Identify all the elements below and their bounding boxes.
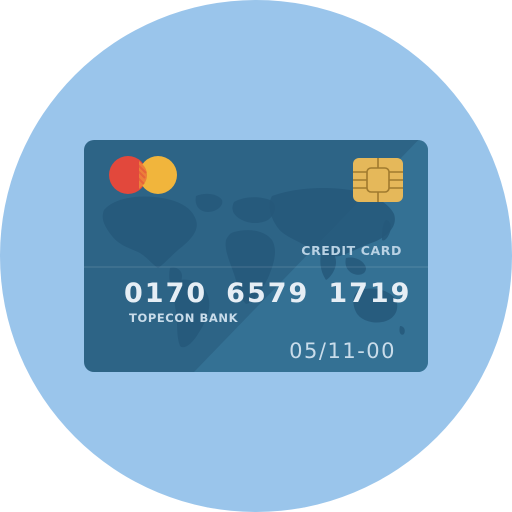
logo-overlap	[139, 161, 147, 189]
expiry-date: 05/11-00	[289, 339, 396, 363]
credit-card: CREDIT CARD 0170 6579 1719 TOPECON BANK 05…	[84, 140, 428, 372]
card-number-group-3: 1719	[328, 278, 412, 309]
chip-icon	[353, 158, 403, 202]
card-type-label: CREDIT CARD	[301, 243, 402, 258]
card-number-group-1: 0170	[124, 278, 208, 309]
bank-name: TOPECON BANK	[129, 311, 239, 325]
card-divider	[84, 266, 428, 268]
card-number-group-2: 6579	[226, 278, 310, 309]
mastercard-logo	[108, 156, 178, 196]
credit-card-illustration: CREDIT CARD 0170 6579 1719 TOPECON BANK 05…	[0, 0, 512, 512]
card-number: 0170 6579 1719	[124, 278, 411, 309]
